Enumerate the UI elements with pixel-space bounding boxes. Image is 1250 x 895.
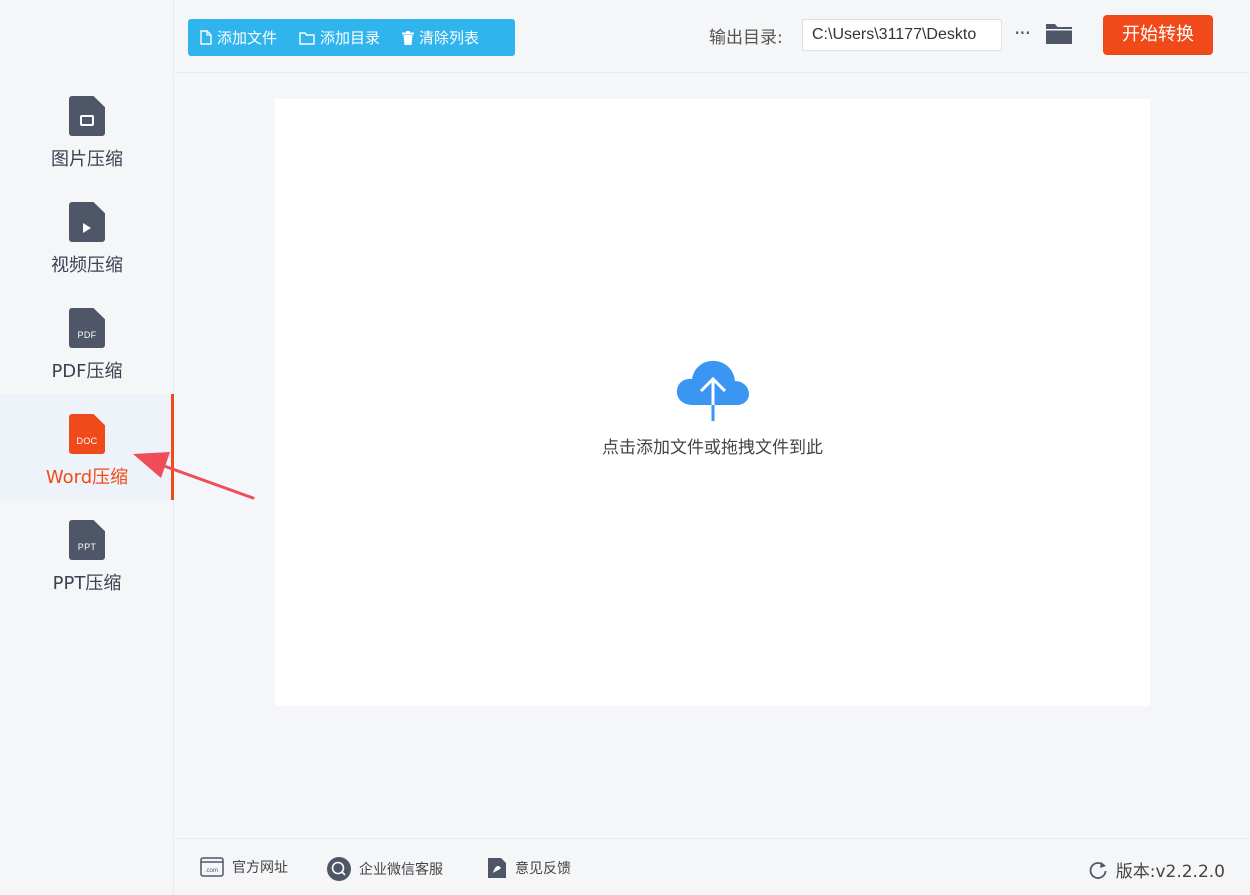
clear-list-button[interactable]: 清除列表 [402,27,479,48]
open-folder-button[interactable] [1046,22,1072,48]
output-dir-input[interactable]: C:\Users\31177\Deskto [802,19,1002,51]
file-drop-zone[interactable]: 点击添加文件或拖拽文件到此 [275,99,1150,706]
sidebar-item-label: 图片压缩 [51,149,123,170]
file-icon [200,30,212,45]
trash-icon [402,30,415,45]
add-file-button[interactable]: 添加文件 [200,27,277,48]
refresh-icon [1089,861,1107,879]
footer: .com 官方网址 企业微信客服 意见反馈 版本:v2.2.2.0 [175,838,1250,895]
wechat-icon [327,857,351,881]
image-file-icon [69,96,105,136]
doc-file-icon: DOC [69,414,105,454]
video-file-icon [69,202,105,242]
more-options-button[interactable]: ··· [1011,20,1033,48]
add-folder-button[interactable]: 添加目录 [299,27,380,48]
top-toolbar: 添加文件 添加目录 清除列表 输出目录: C:\Users\31177\Desk… [175,0,1250,73]
sidebar-item-label: PPT压缩 [52,573,122,594]
cloud-upload-icon [676,360,749,421]
sidebar-item-image-compress[interactable]: 图片压缩 [0,96,174,202]
sidebar-item-label: Word压缩 [45,467,129,488]
ppt-file-icon: PPT [69,520,105,560]
folder-icon [1046,24,1072,44]
feedback-icon [488,858,506,878]
output-dir-label: 输出目录: [709,28,783,48]
feedback-link[interactable]: 意见反馈 [487,857,571,879]
version-info: 版本:v2.2.2.0 [1088,857,1225,882]
file-button-group: 添加文件 添加目录 清除列表 [188,19,515,56]
sidebar-item-ppt-compress[interactable]: PPT PPT压缩 [0,520,174,626]
sidebar: 图片压缩 视频压缩 PDF PDF压缩 DOC Word压缩 PPT PPT压缩 [0,0,174,895]
wechat-service-link[interactable]: 企业微信客服 [327,857,443,881]
svg-text:.com: .com [205,868,218,874]
pdf-file-icon: PDF [69,308,105,348]
folder-outline-icon [299,31,315,45]
website-icon: .com [200,857,224,877]
sidebar-item-label: 视频压缩 [51,255,123,276]
sidebar-item-label: PDF压缩 [51,361,123,382]
start-convert-button[interactable]: 开始转换 [1103,15,1213,55]
website-link[interactable]: .com 官方网址 [200,857,288,877]
drop-hint-text: 点击添加文件或拖拽文件到此 [602,438,823,458]
active-indicator [171,394,174,500]
sidebar-item-video-compress[interactable]: 视频压缩 [0,202,174,308]
sidebar-item-word-compress[interactable]: DOC Word压缩 [0,394,174,500]
